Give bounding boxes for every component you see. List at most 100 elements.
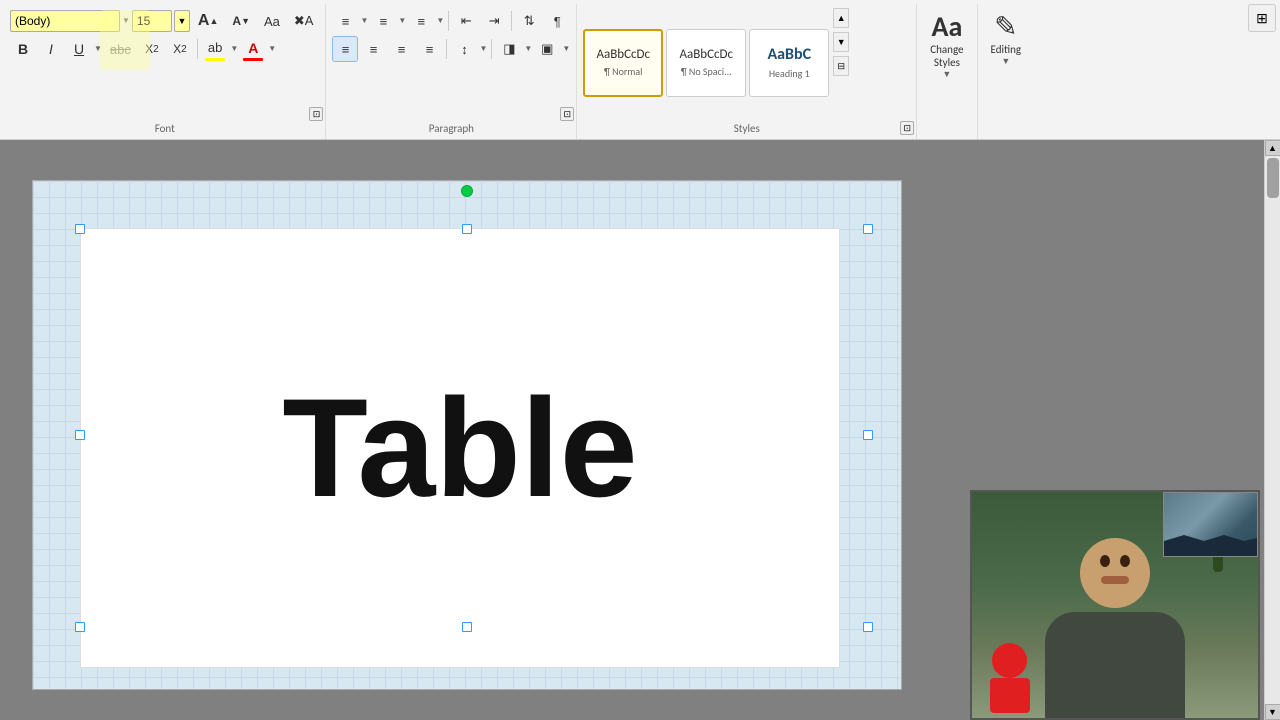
styles-group-label: Styles (734, 122, 760, 135)
styles-group: AaBbCcDc ¶ Normal AaBbCcDc ¶ No Spaci...… (577, 4, 917, 139)
italic-button[interactable]: I (38, 36, 64, 62)
handle-corner-tr[interactable] (863, 224, 873, 234)
sort-icon: ⇅ (524, 13, 535, 29)
subscript-button[interactable]: X2 (139, 36, 165, 62)
numbering-dropdown[interactable]: ▼ (398, 16, 406, 26)
handle-mid-right[interactable] (863, 430, 873, 440)
ribbon: ▼ ▼ A▲ A▼ Aa ✖A B I U ▼ abc X2 X2 (0, 0, 1280, 140)
borders-dropdown[interactable]: ▼ (562, 44, 570, 54)
change-styles-icon: Aa (931, 13, 962, 41)
text-highlight-button[interactable]: ab (202, 36, 228, 62)
style-nospacing-card[interactable]: AaBbCcDc ¶ No Spaci... (666, 29, 746, 97)
scroll-track[interactable] (1265, 156, 1280, 704)
font-size-input[interactable] (132, 10, 172, 32)
layout-options-button[interactable]: ⊞ (1248, 4, 1276, 32)
font-color-dropdown[interactable]: ▼ (268, 44, 276, 54)
list-separator (448, 11, 449, 31)
style-normal-card[interactable]: AaBbCcDc ¶ Normal (583, 29, 663, 97)
underline-dropdown[interactable]: ▼ (94, 44, 102, 54)
pilcrow-button[interactable]: ¶ (544, 8, 570, 34)
styles-more-button[interactable]: ⊟ (833, 56, 849, 76)
indent-button[interactable]: ⇥ (481, 8, 507, 34)
canvas-area: Table (32, 180, 902, 690)
document-area: ▲ ▼ Table (0, 140, 1280, 720)
change-styles-button[interactable]: Aa ChangeStyles ▼ (925, 8, 968, 85)
bullet-list-button[interactable]: ≡ (332, 8, 358, 34)
scroll-down-arrow[interactable]: ▼ (1265, 704, 1280, 720)
style-cards-container: AaBbCcDc ¶ Normal AaBbCcDc ¶ No Spaci...… (583, 8, 829, 117)
handle-corner-br[interactable] (863, 622, 873, 632)
handle-rotation[interactable] (461, 185, 473, 197)
bullet-list-icon: ≡ (342, 14, 350, 29)
editing-section[interactable]: ✎ Editing ▼ (978, 4, 1035, 139)
shading-dropdown[interactable]: ▼ (524, 44, 532, 54)
grow-font-button[interactable]: A▲ (192, 8, 224, 34)
line-spacing-dropdown[interactable]: ▼ (479, 44, 487, 54)
editing-button[interactable]: ✎ Editing ▼ (986, 8, 1027, 72)
font-group-dialog-launcher[interactable]: ⊡ (309, 107, 323, 121)
paragraph-group-dialog-launcher[interactable]: ⊡ (560, 107, 574, 121)
align-justify-button[interactable]: ≡ (416, 36, 442, 62)
person-face (1090, 553, 1140, 584)
borders-button[interactable]: ▣ (534, 36, 560, 62)
multilevel-dropdown[interactable]: ▼ (436, 16, 444, 26)
handle-corner-bl[interactable] (75, 622, 85, 632)
change-styles-dropdown[interactable]: ▼ (942, 69, 951, 80)
outdent-icon: ⇤ (461, 13, 472, 29)
shading-button[interactable]: ◨ (496, 36, 522, 62)
paragraph-group: ≡ ▼ ≡ ▼ ≡ ▼ ⇤ ⇥ ⇅ ¶ (326, 4, 577, 139)
font-color-button[interactable]: A (240, 36, 266, 62)
vertical-scrollbar[interactable]: ▲ ▼ (1264, 140, 1280, 720)
multilevel-icon: ≡ (418, 14, 426, 29)
editing-label: Editing (991, 43, 1022, 56)
paragraph-row1: ≡ ▼ ≡ ▼ ≡ ▼ ⇤ ⇥ ⇅ ¶ (332, 8, 570, 34)
change-styles-section[interactable]: Aa ChangeStyles ▼ (917, 4, 977, 139)
styles-group-dialog-launcher[interactable]: ⊡ (900, 121, 914, 135)
styles-scroll-up[interactable]: ▲ (833, 8, 849, 28)
underline-button[interactable]: U (66, 36, 92, 62)
scroll-up-arrow[interactable]: ▲ (1265, 140, 1280, 156)
style-heading1-preview: AaBbC (767, 45, 811, 64)
bullet-dropdown[interactable]: ▼ (360, 16, 368, 26)
font-group-label: Font (155, 122, 175, 135)
paragraph-group-label: Paragraph (429, 122, 474, 135)
font-group: ▼ ▼ A▲ A▼ Aa ✖A B I U ▼ abc X2 X2 (4, 4, 326, 139)
align-right-button[interactable]: ≡ (388, 36, 414, 62)
line-spacing-icon: ↕ (461, 42, 468, 57)
handle-mid-bottom[interactable] (462, 622, 472, 632)
document-page[interactable]: Table (80, 228, 840, 668)
highlight-dropdown[interactable]: ▼ (230, 44, 238, 54)
styles-scroll-down[interactable]: ▼ (833, 32, 849, 52)
numbered-list-button[interactable]: ≡ (370, 8, 396, 34)
font-row1: ▼ ▼ A▲ A▼ Aa ✖A (10, 8, 319, 34)
handle-corner-tl[interactable] (75, 224, 85, 234)
align-left-button[interactable]: ≡ (332, 36, 358, 62)
bold-button[interactable]: B (10, 36, 36, 62)
editing-dropdown[interactable]: ▼ (1001, 56, 1010, 67)
elmo-head (992, 643, 1027, 678)
style-heading1-card[interactable]: AaBbC Heading 1 (749, 29, 829, 97)
document-main-text: Table (282, 378, 637, 518)
change-case-button[interactable]: Aa (258, 8, 286, 34)
align-center-button[interactable]: ≡ (360, 36, 386, 62)
font-separator (197, 39, 198, 59)
handle-mid-top[interactable] (462, 224, 472, 234)
font-name-dropdown-arrow[interactable]: ▼ (122, 16, 130, 26)
handle-mid-left[interactable] (75, 430, 85, 440)
change-styles-label: ChangeStyles (930, 43, 963, 69)
sort-button[interactable]: ⇅ (516, 8, 542, 34)
shrink-font-button[interactable]: A▼ (226, 8, 256, 34)
clear-formatting-button[interactable]: ✖A (288, 8, 320, 34)
font-size-dropdown[interactable]: ▼ (174, 10, 190, 32)
font-name-input[interactable] (10, 10, 120, 32)
style-nospacing-preview: AaBbCcDc (679, 47, 733, 63)
indent-icon: ⇥ (489, 13, 500, 29)
outdent-button[interactable]: ⇤ (453, 8, 479, 34)
strikethrough-button[interactable]: abc (104, 36, 137, 62)
person-silhouette (1035, 538, 1195, 718)
scroll-thumb[interactable] (1267, 158, 1279, 198)
align-left-icon: ≡ (342, 42, 350, 57)
superscript-button[interactable]: X2 (167, 36, 193, 62)
multilevel-list-button[interactable]: ≡ (408, 8, 434, 34)
line-spacing-button[interactable]: ↕ (451, 36, 477, 62)
